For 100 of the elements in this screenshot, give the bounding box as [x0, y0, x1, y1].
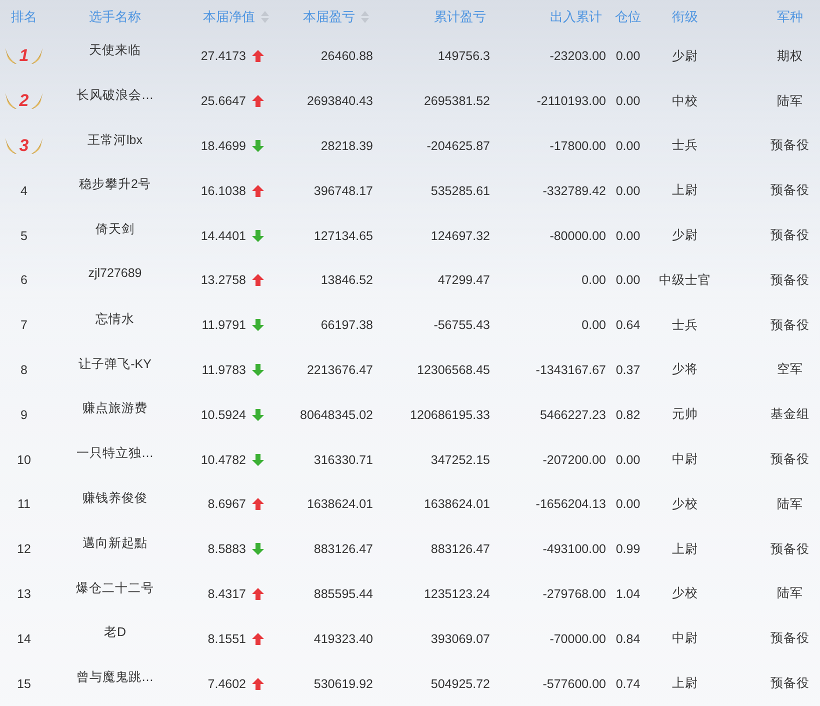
- in-out-total: -207200.00: [542, 452, 606, 467]
- in-out-total: 0.00: [582, 273, 606, 288]
- service-branch: 空军: [777, 361, 803, 378]
- total-profit: 1235123.24: [424, 586, 490, 601]
- player-name: 倚天剑: [96, 221, 134, 238]
- position-ratio: 0.64: [616, 318, 640, 332]
- total-profit: -204625.87: [426, 138, 490, 153]
- net-value: 8.1551: [208, 632, 246, 646]
- rank-number: 4: [20, 184, 28, 198]
- total-profit: 120686195.33: [410, 408, 490, 422]
- period-profit: 13846.52: [320, 273, 373, 288]
- player-name: 天使来临: [89, 42, 141, 59]
- period-profit: 396748.17: [314, 184, 373, 198]
- sort-icon[interactable]: [361, 11, 369, 23]
- period-profit: 316330.71: [314, 452, 373, 467]
- rank-medal: 1: [4, 46, 44, 66]
- period-profit: 2213676.47: [306, 362, 373, 377]
- net-value: 10.4782: [200, 452, 246, 467]
- in-out-total: -493100.00: [542, 542, 606, 556]
- player-name: 爆仓二十二号: [76, 580, 154, 597]
- net-value: 18.4699: [200, 138, 246, 153]
- rank-title: 中校: [672, 92, 698, 110]
- net-value: 8.6967: [208, 497, 246, 512]
- total-profit: 504925.72: [430, 676, 490, 691]
- position-ratio: 1.04: [616, 586, 640, 601]
- in-out-total: -2110193.00: [536, 94, 606, 108]
- period-profit: 28218.39: [320, 138, 373, 153]
- rank-title: 上尉: [672, 182, 698, 200]
- rank-number: 11: [18, 497, 30, 512]
- rank-number: 12: [17, 542, 31, 556]
- in-out-total: -279768.00: [542, 586, 606, 601]
- in-out-total: -80000.00: [550, 228, 606, 243]
- rank-title: 少将: [672, 361, 698, 378]
- total-profit: 149756.3: [438, 49, 490, 64]
- period-profit: 127134.65: [314, 228, 373, 243]
- service-branch: 期权: [777, 48, 803, 65]
- net-value: 16.1038: [200, 184, 246, 198]
- rank-number: 9: [20, 408, 28, 422]
- player-name: 邁向新起點: [82, 534, 148, 552]
- position-ratio: 0.00: [616, 138, 640, 153]
- player-name: 忘情水: [96, 310, 134, 328]
- rank-title: 少尉: [672, 48, 698, 65]
- total-profit: 883126.47: [430, 542, 490, 556]
- net-value: 7.4602: [208, 676, 246, 691]
- service-branch: 预备役: [770, 675, 810, 692]
- in-out-total: -1656204.13: [536, 497, 606, 512]
- in-out-total: -70000.00: [550, 632, 606, 646]
- total-profit: 2695381.52: [424, 94, 490, 108]
- period-profit: 66197.38: [320, 318, 373, 332]
- player-name: 赚钱养俊俊: [82, 490, 148, 507]
- service-branch: 陆军: [777, 585, 803, 602]
- rank-number: 7: [20, 318, 28, 332]
- rank-number: 8: [20, 362, 28, 377]
- right-wing-icon: [30, 136, 44, 155]
- left-wing-icon: [4, 47, 18, 66]
- rank-number: 10: [17, 452, 31, 467]
- rank-title: 士兵: [672, 316, 698, 334]
- column-header[interactable]: 本届盈亏: [303, 8, 355, 26]
- column-header: 出入累计: [550, 8, 602, 26]
- total-profit: 1638624.01: [424, 497, 490, 512]
- in-out-total: -17800.00: [550, 138, 606, 153]
- rank-number: 5: [20, 228, 28, 243]
- rank-title: 中尉: [672, 630, 698, 648]
- total-profit: -56755.43: [434, 318, 490, 332]
- period-profit: 2693840.43: [306, 94, 373, 108]
- rank-title: 中级士官: [659, 272, 711, 289]
- position-ratio: 0.00: [616, 94, 640, 108]
- player-name: 曾与魔鬼跳…: [76, 669, 154, 686]
- period-profit: 1638624.01: [306, 497, 373, 512]
- rank-title: 少尉: [672, 227, 698, 244]
- total-profit: 535285.61: [430, 184, 490, 198]
- sort-icon[interactable]: [261, 11, 269, 23]
- service-branch: 预备役: [770, 182, 810, 200]
- net-value: 11.9783: [202, 362, 246, 377]
- right-wing-icon: [30, 47, 44, 66]
- player-name: 一只特立独…: [76, 445, 154, 462]
- position-ratio: 0.00: [616, 497, 640, 512]
- period-profit: 883126.47: [314, 542, 373, 556]
- player-name: zjl727689: [88, 266, 142, 280]
- position-ratio: 0.99: [616, 542, 640, 556]
- rank-title: 少校: [672, 496, 698, 513]
- column-header[interactable]: 本届净值: [203, 8, 255, 26]
- service-branch: 预备役: [770, 451, 810, 468]
- rank-title: 士兵: [672, 137, 698, 154]
- total-profit: 347252.15: [430, 452, 490, 467]
- column-header: 衔级: [672, 8, 698, 26]
- period-profit: 26460.88: [320, 49, 373, 64]
- rank-number: 15: [17, 676, 31, 691]
- rank-medal: 2: [4, 91, 44, 112]
- total-profit: 124697.32: [430, 228, 490, 243]
- position-ratio: 0.00: [616, 228, 640, 243]
- net-value: 27.4173: [200, 49, 246, 64]
- rank-title: 少校: [672, 585, 698, 602]
- service-branch: 预备役: [770, 137, 810, 154]
- player-name: 赚点旅游费: [82, 400, 148, 418]
- column-header: 仓位: [615, 8, 641, 26]
- period-profit: 530619.92: [314, 676, 373, 691]
- player-name: 长风破浪会…: [76, 86, 154, 104]
- service-branch: 预备役: [770, 316, 810, 334]
- service-branch: 陆军: [777, 496, 803, 513]
